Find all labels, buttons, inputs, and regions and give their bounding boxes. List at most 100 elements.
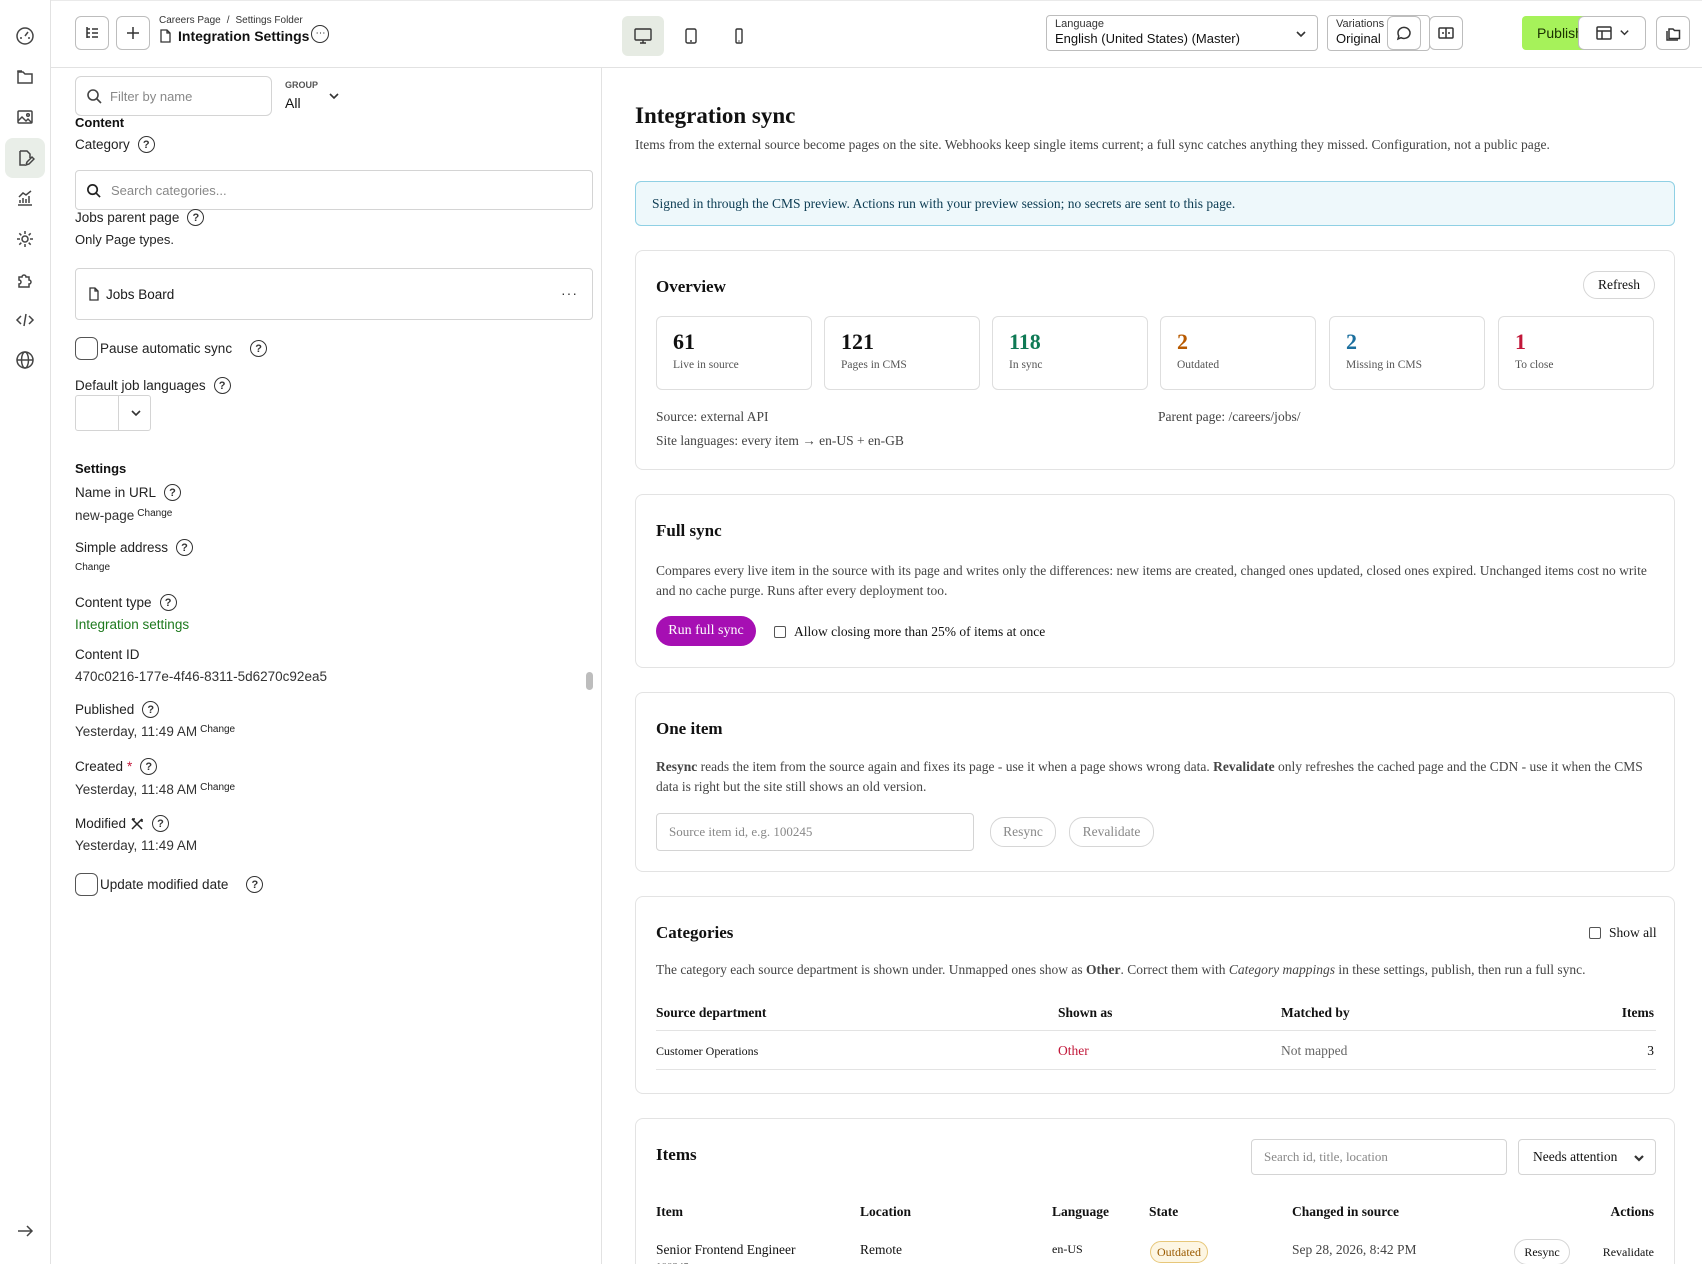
- properties-panel: GROUP All Content Category? Jobs parent …: [51, 68, 602, 1264]
- page-description: Items from the external source become pa…: [635, 137, 1550, 152]
- source-item-id-input[interactable]: Source item id, e.g. 100245: [656, 813, 974, 851]
- items-heading: Items: [656, 1145, 697, 1164]
- chevron-down-icon[interactable]: [328, 90, 340, 105]
- settings-heading: Settings: [75, 461, 127, 476]
- help-icon[interactable]: ?: [246, 876, 264, 893]
- change-link[interactable]: Change: [200, 724, 235, 735]
- column-header: Source department: [656, 1005, 767, 1020]
- one-item-description: Resync reads the item from the source ag…: [656, 759, 1643, 794]
- assets-panel-button[interactable]: [1656, 16, 1690, 50]
- tools-icon: [131, 817, 143, 830]
- help-icon[interactable]: ?: [137, 136, 155, 153]
- desktop-view-icon[interactable]: [622, 16, 664, 56]
- breadcrumb-item[interactable]: Settings Folder: [235, 15, 302, 26]
- media-icon[interactable]: [5, 97, 45, 137]
- category-shown-as: Other: [1058, 1043, 1089, 1058]
- expand-arrow-icon[interactable]: [5, 1211, 45, 1251]
- run-full-sync-button[interactable]: Run full sync: [656, 616, 756, 646]
- full-sync-heading: Full sync: [656, 521, 722, 540]
- category-search-field[interactable]: [75, 170, 593, 210]
- content-id-label: Content ID: [75, 647, 140, 662]
- more-options-icon[interactable]: ···: [561, 285, 578, 301]
- compare-button[interactable]: [1429, 16, 1463, 50]
- resync-button[interactable]: Resync: [990, 817, 1056, 847]
- content-edit-icon[interactable]: [5, 138, 45, 178]
- help-icon[interactable]: ?: [152, 815, 170, 832]
- column-header: Location: [860, 1204, 912, 1219]
- stat-to-close: 1 To close: [1498, 316, 1654, 390]
- code-icon[interactable]: [5, 300, 45, 340]
- panel-scrollbar[interactable]: [586, 672, 593, 690]
- one-item-heading: One item: [656, 719, 723, 738]
- item-resync-button[interactable]: Resync: [1514, 1239, 1570, 1264]
- stat-live-in-source: 61 Live in source: [656, 316, 812, 390]
- folder-icon[interactable]: [5, 57, 45, 97]
- item-language: en-US: [1052, 1242, 1083, 1256]
- help-icon[interactable]: ?: [250, 340, 268, 357]
- help-icon[interactable]: ?: [159, 594, 177, 611]
- analytics-icon[interactable]: [5, 178, 45, 218]
- content-id-value: 470c0216-177e-4f46-8311-5d6270c92ea5: [75, 669, 327, 684]
- allow-closing-checkbox[interactable]: [774, 626, 786, 638]
- mobile-view-icon[interactable]: [718, 16, 760, 56]
- modified-value: Yesterday, 11:49 AM: [75, 838, 198, 853]
- plugins-icon[interactable]: [5, 259, 45, 299]
- help-icon[interactable]: ?: [142, 701, 160, 718]
- help-icon[interactable]: ?: [140, 758, 158, 775]
- show-all-checkbox[interactable]: [1589, 927, 1601, 939]
- tablet-view-icon[interactable]: [670, 16, 712, 56]
- category-search-input[interactable]: [111, 182, 511, 198]
- settings-icon[interactable]: [5, 219, 45, 259]
- pause-sync-checkbox[interactable]: [75, 337, 98, 360]
- breadcrumb-item[interactable]: Careers Page: [159, 15, 221, 26]
- overview-card: Overview Refresh 61 Live in source 121 Pag…: [635, 250, 1675, 470]
- default-lang-select[interactable]: [75, 395, 151, 431]
- more-options-icon[interactable]: ⋯: [311, 25, 329, 43]
- filter-by-name-field[interactable]: [75, 76, 272, 116]
- category-matched-by: Not mapped: [1281, 1043, 1348, 1058]
- globe-icon[interactable]: [5, 340, 45, 380]
- revalidate-button[interactable]: Revalidate: [1069, 817, 1154, 847]
- search-icon: [87, 183, 101, 198]
- jobs-parent-field[interactable]: Jobs Board ···: [75, 268, 593, 320]
- published-value: Yesterday, 11:49 AM Change: [75, 724, 236, 739]
- change-link[interactable]: Change: [75, 562, 110, 573]
- item-revalidate-button[interactable]: Revalidate: [1603, 1245, 1654, 1260]
- required-marker: *: [127, 759, 133, 774]
- chevron-down-icon: [130, 407, 142, 422]
- session-info-banner: Signed in through the CMS preview. Actio…: [635, 181, 1675, 226]
- help-icon[interactable]: ?: [213, 377, 231, 394]
- comments-button[interactable]: [1387, 16, 1421, 50]
- status-badge: Outdated: [1150, 1241, 1208, 1263]
- refresh-button[interactable]: Refresh: [1583, 271, 1655, 299]
- add-button[interactable]: [116, 16, 150, 50]
- stat-pages-in-cms: 121 Pages in CMS: [824, 316, 980, 390]
- filter-input[interactable]: [110, 88, 260, 104]
- column-header: Items: [1621, 1005, 1654, 1020]
- simple-address-label: Simple address?: [75, 539, 194, 556]
- change-link[interactable]: Change: [200, 782, 235, 793]
- page-heading: Integration sync: [635, 103, 796, 128]
- categories-description: The category each source department is s…: [656, 962, 1586, 977]
- help-icon[interactable]: ?: [164, 484, 182, 501]
- created-value: Yesterday, 11:48 AM Change: [75, 782, 236, 797]
- group-select[interactable]: All: [285, 95, 301, 111]
- items-filter-select[interactable]: Needs attention: [1518, 1139, 1656, 1175]
- update-modified-checkbox[interactable]: [75, 873, 98, 896]
- change-link[interactable]: Change: [137, 508, 172, 519]
- dashboard-icon[interactable]: [5, 16, 45, 56]
- update-modified-row: Update modified date ?: [75, 873, 264, 896]
- jobs-parent-hint: Only Page types.: [75, 232, 174, 247]
- help-icon[interactable]: ?: [176, 539, 194, 556]
- page-title: Integration Settings: [159, 28, 309, 44]
- layout-toggle-button[interactable]: [1578, 16, 1646, 50]
- search-icon: [87, 89, 102, 104]
- tree-view-button[interactable]: [75, 16, 109, 50]
- chevron-down-icon: [1619, 26, 1630, 41]
- default-lang-label: Default job languages?: [75, 377, 231, 394]
- language-select[interactable]: Language English (United States) (Master…: [1046, 15, 1318, 51]
- items-search-input[interactable]: Search id, title, location: [1251, 1139, 1507, 1175]
- full-sync-description: Compares every live item in the source w…: [656, 563, 1647, 598]
- help-icon[interactable]: ?: [187, 209, 205, 226]
- item-title[interactable]: Senior Frontend Engineer: [656, 1242, 795, 1258]
